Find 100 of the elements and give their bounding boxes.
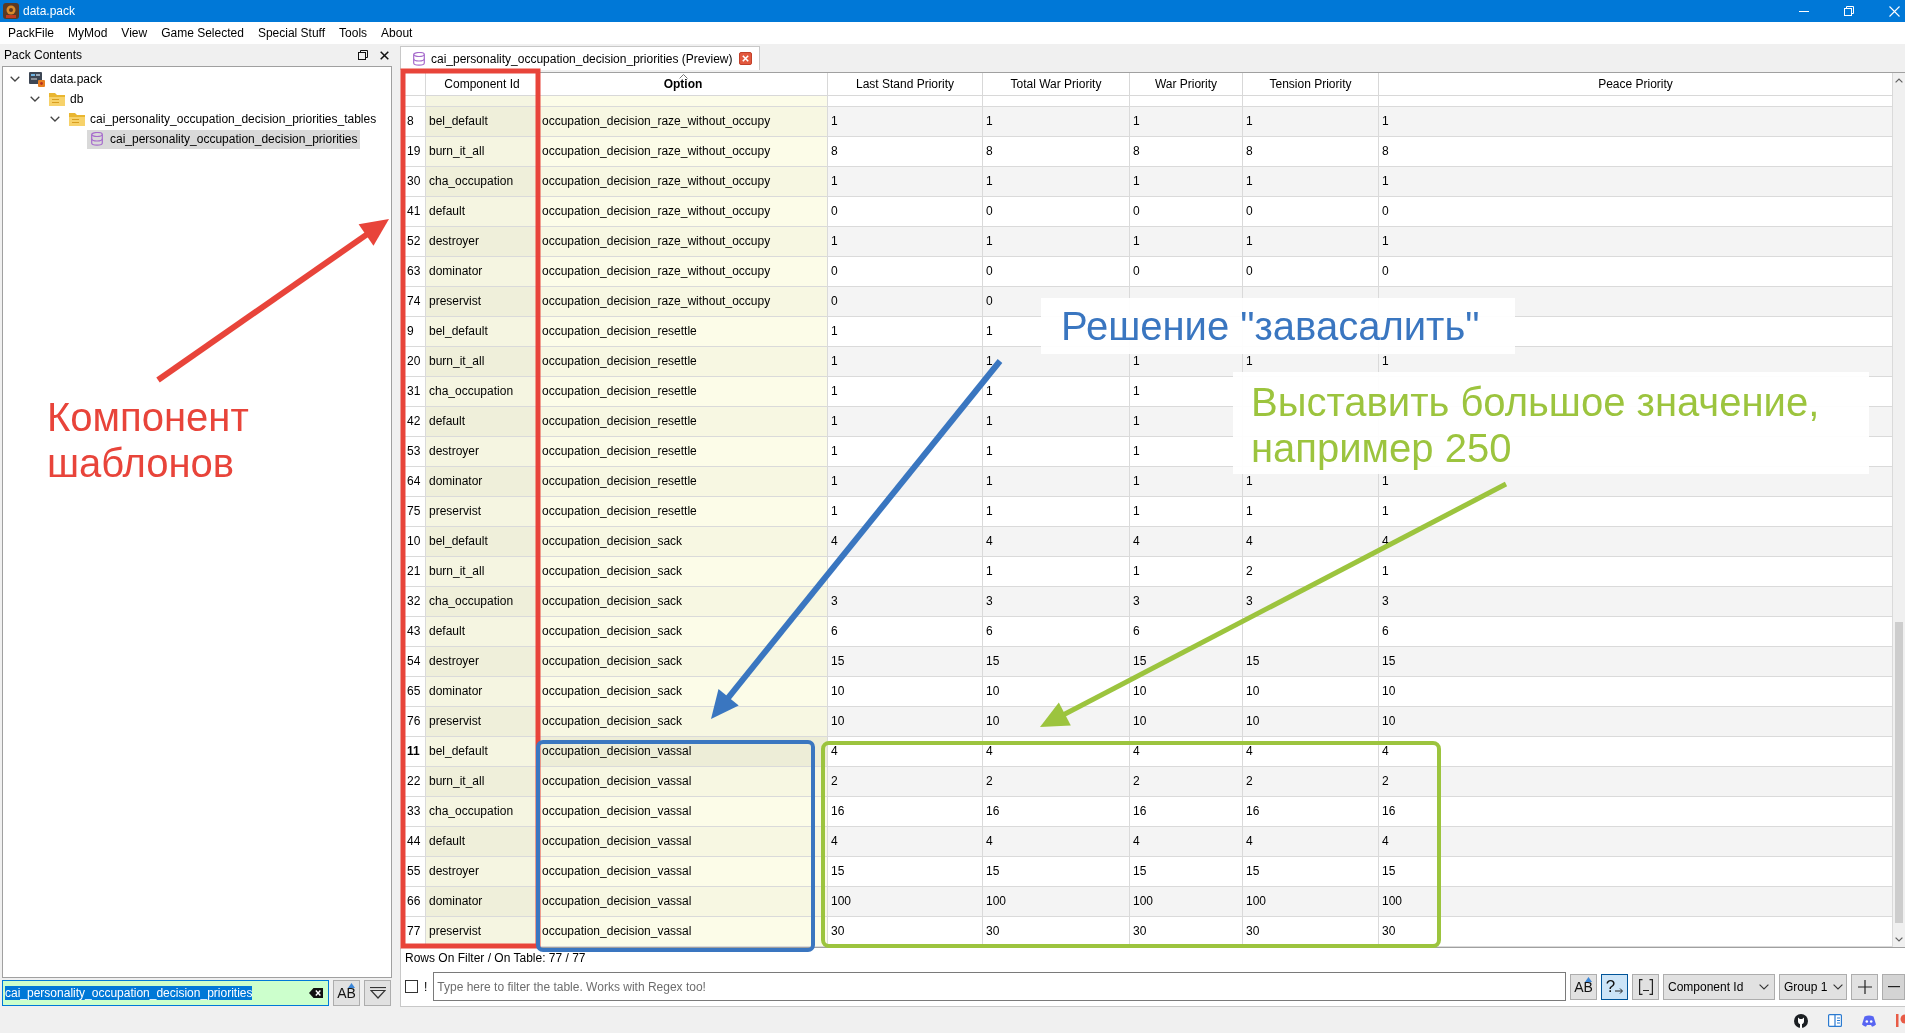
case-sensitive-button[interactable]: AB bbox=[1570, 973, 1597, 1000]
table-cell: destroyer bbox=[426, 857, 539, 887]
table-cell: occupation_decision_resettle bbox=[539, 467, 828, 497]
table-cell: 0 bbox=[828, 257, 983, 287]
menu-item[interactable]: About bbox=[374, 22, 420, 44]
row-number: 31 bbox=[404, 377, 426, 407]
undock-icon[interactable] bbox=[358, 50, 368, 60]
restore-icon[interactable] bbox=[1844, 6, 1854, 16]
row-number: 65 bbox=[404, 677, 426, 707]
table-cell: 1 bbox=[1130, 167, 1243, 197]
table-cell: 3 bbox=[828, 587, 983, 617]
package-icon bbox=[29, 71, 45, 87]
chevron-down-icon[interactable] bbox=[10, 76, 20, 82]
table-cell: 2 bbox=[828, 767, 983, 797]
column-header[interactable]: Peace Priority bbox=[1379, 73, 1893, 96]
chevron-up-icon[interactable] bbox=[1895, 78, 1903, 83]
table-cell: 16 bbox=[828, 797, 983, 827]
book-icon[interactable] bbox=[1828, 1014, 1842, 1027]
menu-item[interactable]: View bbox=[114, 22, 155, 44]
scrollbar[interactable] bbox=[1893, 73, 1905, 947]
table-cell: 15 bbox=[983, 857, 1130, 887]
column-header[interactable]: Last Stand Priority bbox=[828, 73, 983, 96]
table-cell: 3 bbox=[1130, 587, 1243, 617]
table-cell: dominator bbox=[426, 887, 539, 917]
tab[interactable]: cai_personality_occupation_decision_priorities (Preview) bbox=[400, 46, 760, 70]
table-cell: 1 bbox=[983, 107, 1130, 137]
column-header[interactable]: Total War Priority bbox=[983, 73, 1130, 96]
row-number: 43 bbox=[404, 617, 426, 647]
table-cell: 1 bbox=[828, 437, 983, 467]
table-cell: 30 bbox=[1379, 917, 1893, 947]
table-cell: 2 bbox=[1379, 767, 1893, 797]
menu-item[interactable]: Game Selected bbox=[154, 22, 251, 44]
table-cell: occupation_decision_raze_without_occupy bbox=[539, 287, 828, 317]
table-cell: 1 bbox=[828, 167, 983, 197]
table-cell: 1 bbox=[1130, 227, 1243, 257]
close-icon[interactable] bbox=[380, 50, 389, 60]
minimize-icon[interactable] bbox=[1799, 10, 1809, 12]
chevron-down-icon[interactable] bbox=[50, 116, 60, 122]
tree-item[interactable]: cai_personality_occupation_decision_priorities bbox=[87, 129, 361, 149]
table-cell: 1 bbox=[983, 467, 1130, 497]
row-number: 21 bbox=[404, 557, 426, 587]
table-cell: 1 bbox=[828, 347, 983, 377]
checkbox[interactable] bbox=[405, 980, 418, 993]
table-cell: 4 bbox=[828, 527, 983, 557]
table-cell: cha_occupation bbox=[426, 377, 539, 407]
chevron-down-icon[interactable] bbox=[30, 96, 40, 102]
tree-item[interactable]: cai_personality_occupation_decision_priorities_tables bbox=[67, 109, 380, 129]
table-cell: 1 bbox=[1243, 167, 1379, 197]
cat-logo-icon[interactable] bbox=[1794, 1013, 1808, 1028]
search-field[interactable]: cai_personality_occupation_decision_priorities bbox=[2, 980, 329, 1006]
table-cell: 10 bbox=[1379, 707, 1893, 737]
column-header[interactable]: War Priority bbox=[1130, 73, 1243, 96]
table-cell: 15 bbox=[1130, 647, 1243, 677]
bar-circle-logo-icon[interactable] bbox=[1896, 1014, 1905, 1027]
arrow-icon bbox=[1615, 988, 1624, 994]
table-cell: 1 bbox=[1130, 557, 1243, 587]
menu-item[interactable]: Tools bbox=[332, 22, 375, 44]
column-header[interactable]: Tension Priority bbox=[1243, 73, 1379, 96]
row-number: 53 bbox=[404, 437, 426, 467]
table-cell: 2 bbox=[1130, 767, 1243, 797]
table-cell: destroyer bbox=[426, 227, 539, 257]
table-cell: default bbox=[426, 617, 539, 647]
table-cell: 10 bbox=[828, 707, 983, 737]
table-cell: 0 bbox=[828, 197, 983, 227]
menu-item[interactable]: PackFile bbox=[1, 22, 61, 44]
column-header[interactable]: Option bbox=[539, 73, 828, 96]
table-cell: 2 bbox=[1243, 767, 1379, 797]
menu-item[interactable]: MyMod bbox=[61, 22, 115, 44]
table-cell: 100 bbox=[983, 887, 1130, 917]
case-sensitive-button[interactable]: AB bbox=[333, 980, 360, 1006]
table-cell: 15 bbox=[1243, 647, 1379, 677]
table-cell: default bbox=[426, 197, 539, 227]
clear-icon[interactable] bbox=[309, 988, 323, 998]
tree-item[interactable]: db bbox=[47, 89, 87, 109]
filter-field[interactable]: Type here to filter the table. Works with Regex too! bbox=[433, 972, 1566, 1001]
table-cell: 2 bbox=[1243, 557, 1379, 587]
whitespace-button[interactable] bbox=[1632, 973, 1659, 1000]
add-button[interactable] bbox=[1851, 973, 1878, 1000]
table-cell: preservist bbox=[426, 917, 539, 947]
app-icon bbox=[3, 3, 19, 19]
table-cell: 8 bbox=[983, 137, 1130, 167]
table-cell: 6 bbox=[983, 617, 1130, 647]
collapse-button[interactable] bbox=[364, 980, 391, 1006]
database-icon bbox=[91, 132, 103, 146]
column-dropdown[interactable]: Component Id bbox=[1663, 973, 1775, 1000]
table-cell: 1 bbox=[828, 497, 983, 527]
controller-logo-icon[interactable] bbox=[1862, 1014, 1876, 1027]
table-cell: 4 bbox=[1379, 827, 1893, 857]
table-cell: 15 bbox=[1379, 857, 1893, 887]
row-count: Rows On Filter / On Table: 77 / 77 bbox=[405, 951, 586, 965]
table-cell: 10 bbox=[983, 707, 1130, 737]
table-cell: 1 bbox=[983, 557, 1130, 587]
scroll-thumb[interactable] bbox=[1895, 622, 1903, 923]
chevron-down-icon[interactable] bbox=[1895, 937, 1903, 942]
regex-button[interactable]: ? bbox=[1601, 973, 1628, 1000]
tree-item[interactable]: data.pack bbox=[27, 69, 106, 89]
table-cell: 1 bbox=[1379, 497, 1893, 527]
group-dropdown[interactable]: Group 1 bbox=[1779, 973, 1847, 1000]
brackets-icon bbox=[1638, 978, 1653, 995]
menu-item[interactable]: Special Stuff bbox=[250, 22, 333, 44]
